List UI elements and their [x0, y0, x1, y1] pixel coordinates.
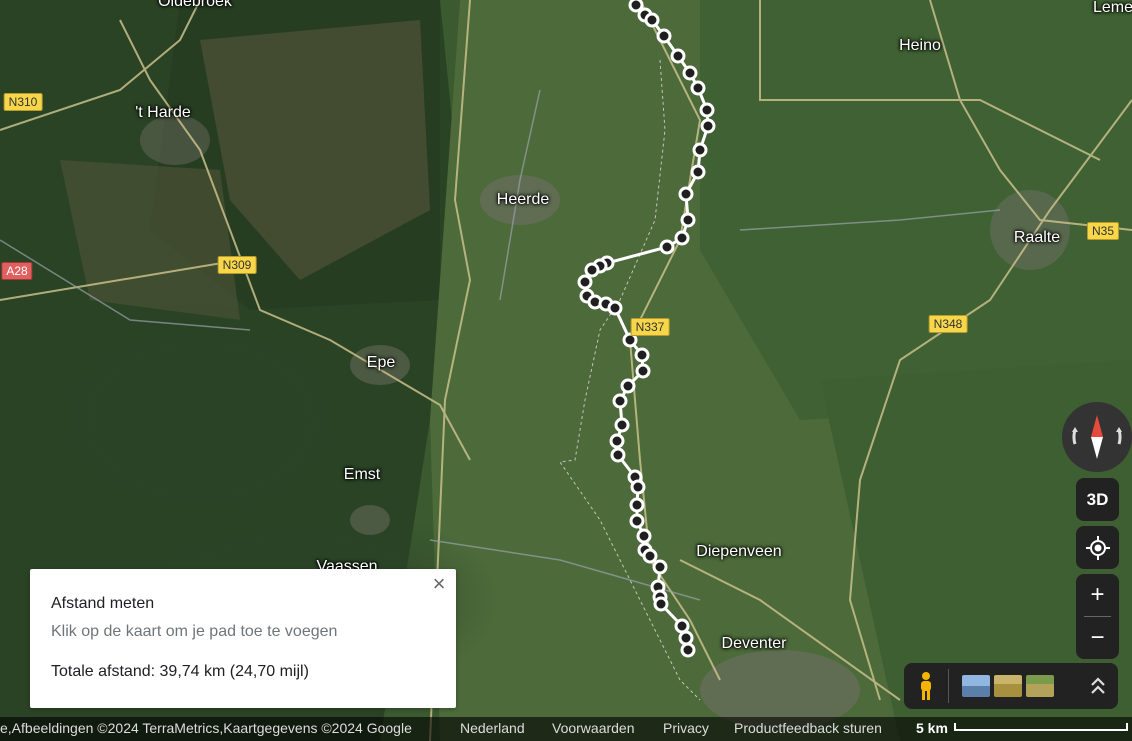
compass-button[interactable]: [1062, 402, 1132, 472]
layer-thumbnail-1[interactable]: [962, 675, 990, 697]
road-shield: N310: [3, 93, 43, 111]
place-label[interactable]: Raalte: [1014, 229, 1060, 247]
scale-label[interactable]: 5 km: [916, 720, 948, 736]
place-label[interactable]: Heino: [899, 37, 941, 55]
zoom-out-button[interactable]: −: [1076, 617, 1119, 659]
zoom-in-button[interactable]: +: [1076, 574, 1119, 616]
road-shield: N348: [928, 315, 968, 333]
place-label[interactable]: Diepenveen: [696, 543, 781, 561]
road-shield: N309: [217, 256, 257, 274]
chevron-up-icon[interactable]: [1088, 673, 1108, 699]
feedback-link[interactable]: Productfeedback sturen: [734, 720, 882, 736]
zoom-controls: + −: [1076, 574, 1119, 659]
layer-thumbnail-2[interactable]: [994, 675, 1022, 697]
country-link[interactable]: Nederland: [460, 720, 525, 736]
attribution-text: e,Afbeeldingen ©2024 TerraMetrics,Kaartg…: [0, 720, 412, 736]
place-label[interactable]: 't Harde: [135, 104, 191, 122]
pegman-icon[interactable]: [914, 671, 938, 701]
compass-icon: [1072, 415, 1122, 459]
road-shield: A28: [1, 262, 33, 280]
place-label[interactable]: Deventer: [722, 635, 787, 653]
scale-bar: [954, 723, 1128, 731]
terms-link[interactable]: Voorwaarden: [552, 720, 635, 736]
place-label[interactable]: Epe: [367, 354, 395, 372]
close-button[interactable]: ×: [428, 573, 450, 595]
place-label[interactable]: Heerde: [497, 191, 549, 209]
place-label[interactable]: Oldebroek: [158, 0, 232, 11]
road-shield: N35: [1086, 222, 1120, 240]
layer-thumbnail-3[interactable]: [1026, 675, 1054, 697]
3d-toggle-button[interactable]: 3D: [1076, 478, 1119, 521]
total-distance: Totale afstand: 39,74 km (24,70 mijl): [51, 663, 309, 680]
measure-hint: Klik op de kaart om je pad toe te voegen: [51, 623, 338, 640]
road-shield: N337: [630, 318, 670, 336]
close-icon: ×: [432, 571, 446, 596]
my-location-button[interactable]: [1076, 526, 1119, 569]
privacy-link[interactable]: Privacy: [663, 720, 709, 736]
layers-bar: [904, 663, 1118, 709]
layers-divider: [948, 669, 949, 703]
measure-distance-panel: Afstand meten Klik op de kaart om je pad…: [30, 569, 456, 708]
map-footer: e,Afbeeldingen ©2024 TerraMetrics,Kaartg…: [0, 717, 1132, 741]
3d-label: 3D: [1086, 489, 1109, 509]
place-label[interactable]: Emst: [344, 466, 380, 484]
location-target-icon: [1085, 535, 1110, 560]
measure-title: Afstand meten: [51, 595, 155, 612]
place-label[interactable]: Leme: [1093, 0, 1132, 17]
